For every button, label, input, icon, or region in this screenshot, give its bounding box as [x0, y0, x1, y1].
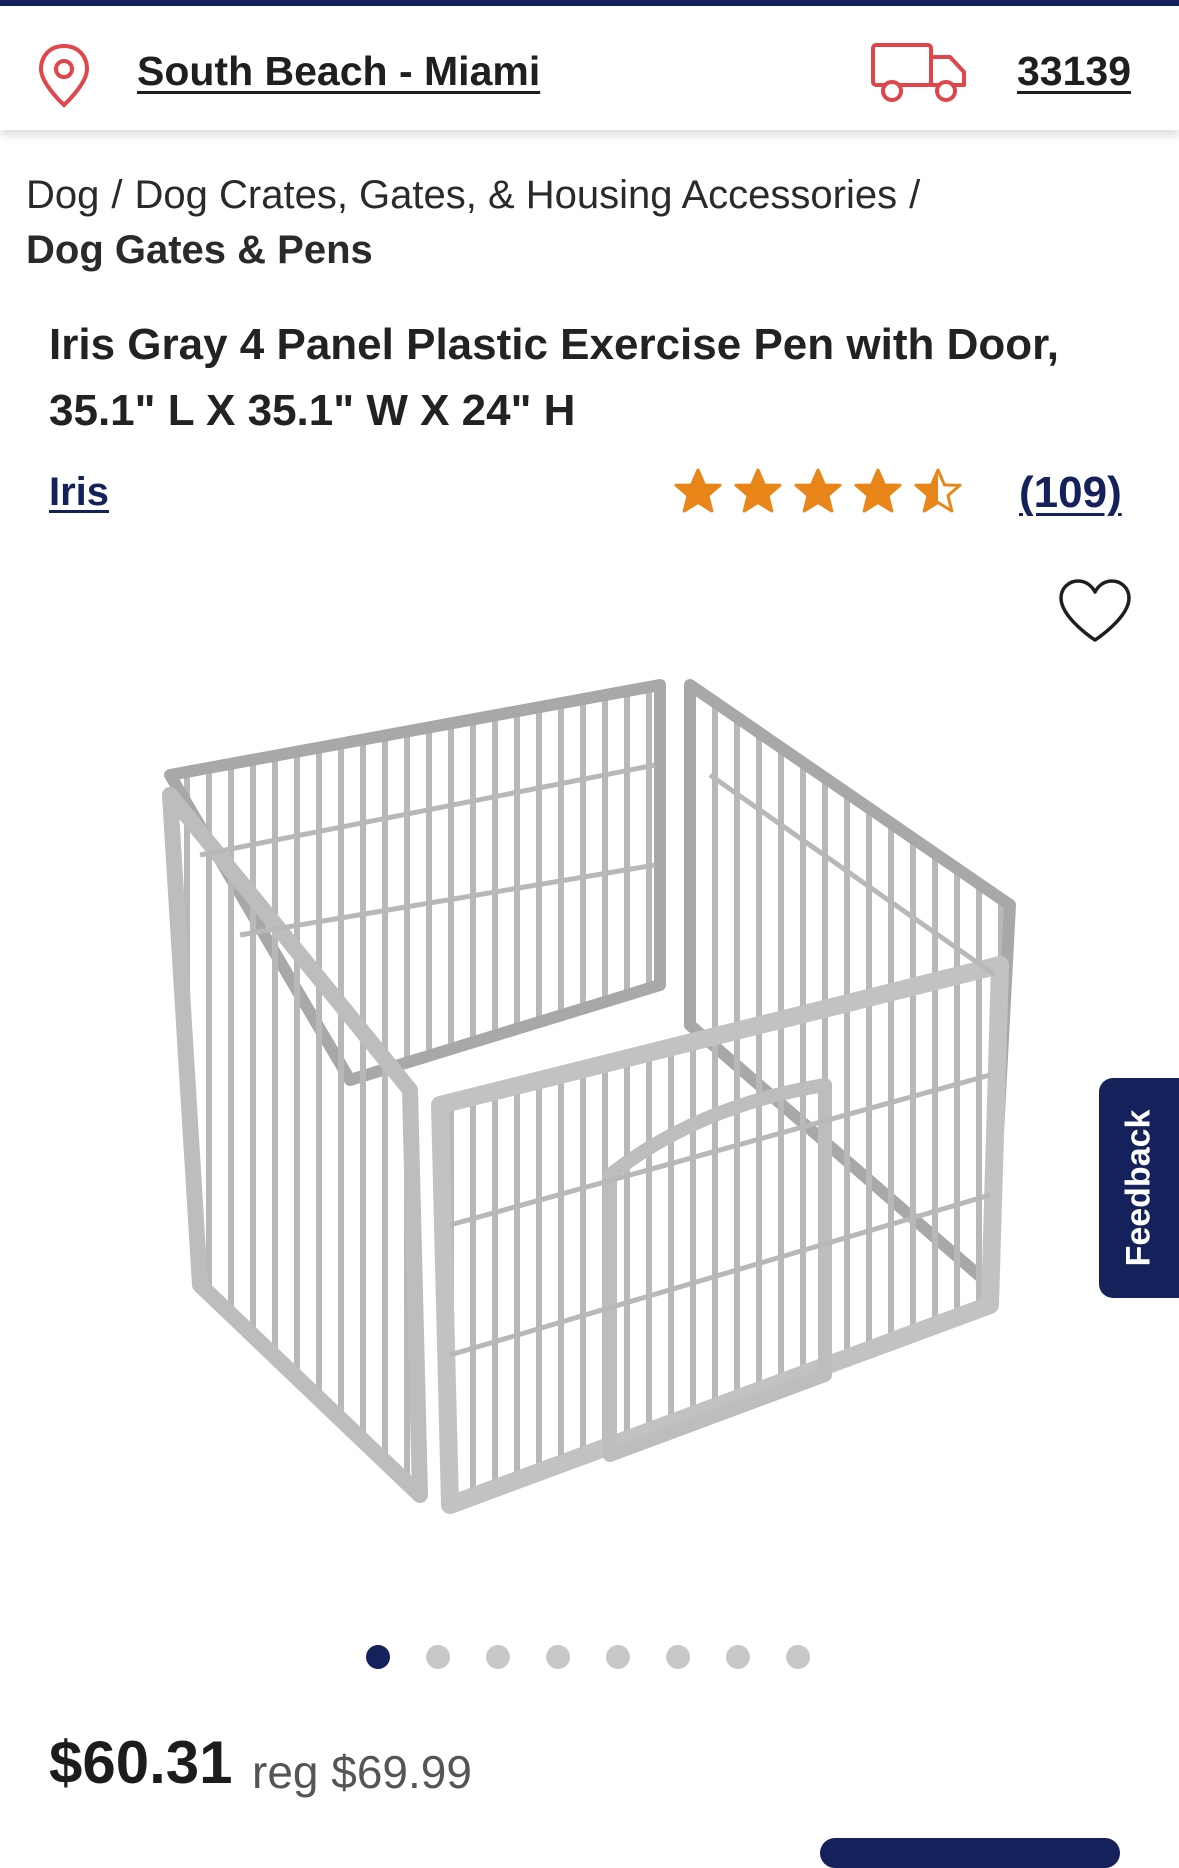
regular-price: reg $69.99: [252, 1746, 472, 1798]
rating-star-5: [914, 468, 962, 513]
brand-link[interactable]: Iris: [49, 470, 109, 515]
store-location-link[interactable]: South Beach - Miami: [137, 48, 540, 95]
rating-star-3: [794, 468, 842, 513]
delivery-zip-link[interactable]: 33139: [1017, 48, 1131, 95]
breadcrumb-separator: /: [909, 173, 921, 217]
breadcrumb-current[interactable]: Dog Gates & Pens: [26, 223, 1146, 278]
carousel-dot-7[interactable]: [726, 1645, 750, 1669]
feedback-label: Feedback: [1119, 1109, 1158, 1267]
location-pin-icon[interactable]: [36, 42, 92, 110]
carousel-dot-5[interactable]: [606, 1645, 630, 1669]
breadcrumb-link-crates[interactable]: Dog Crates, Gates, & Housing Accessories: [135, 173, 898, 217]
review-count-link[interactable]: (109): [1019, 468, 1122, 518]
carousel-dot-6[interactable]: [666, 1645, 690, 1669]
exercise-pen-image: [162, 679, 1016, 1514]
breadcrumb-separator: /: [111, 173, 123, 217]
favorite-heart-icon[interactable]: [1057, 578, 1133, 646]
breadcrumb: Dog / Dog Crates, Gates, & Housing Accesso…: [26, 168, 1146, 278]
carousel-dot-3[interactable]: [486, 1645, 510, 1669]
carousel-dot-1[interactable]: [366, 1645, 390, 1669]
feedback-tab[interactable]: Feedback: [1099, 1078, 1179, 1298]
rating-star-4: [854, 468, 902, 513]
delivery-truck-icon[interactable]: [870, 40, 968, 104]
product-image[interactable]: [110, 575, 1050, 1595]
rating-stars[interactable]: [672, 462, 972, 520]
bottom-action-button-edge[interactable]: [820, 1838, 1120, 1868]
carousel-dot-2[interactable]: [426, 1645, 450, 1669]
rating-star-1: [674, 468, 722, 513]
product-title: Iris Gray 4 Panel Plastic Exercise Pen w…: [49, 320, 1060, 435]
store-header: South Beach - Miami 33139: [0, 6, 1179, 130]
carousel-dot-8[interactable]: [786, 1645, 810, 1669]
image-carousel-dots: [366, 1645, 810, 1671]
rating-star-2: [734, 468, 782, 513]
sale-price: $60.31: [49, 1729, 233, 1796]
breadcrumb-link-dog[interactable]: Dog: [26, 173, 99, 217]
carousel-dot-4[interactable]: [546, 1645, 570, 1669]
